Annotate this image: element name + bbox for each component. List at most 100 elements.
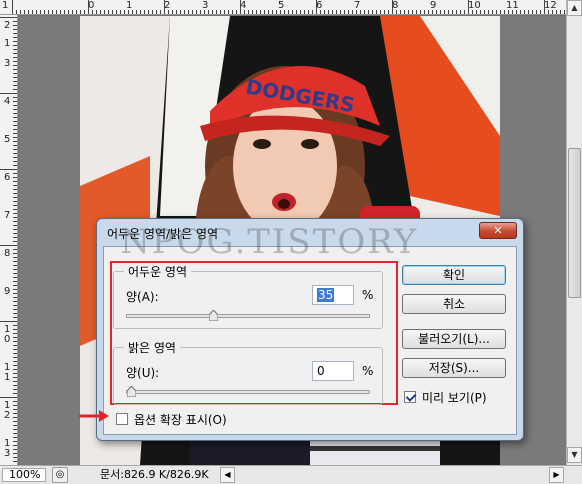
status-menu-icon[interactable]: ◎	[52, 467, 68, 483]
ruler-tick	[13, 173, 17, 174]
highlights-slider-thumb[interactable]	[127, 386, 136, 397]
ruler-tick	[13, 445, 17, 446]
ruler-tick	[0, 245, 17, 246]
ruler-tick	[13, 385, 17, 386]
ruler-tick	[13, 429, 17, 430]
shadows-group: 어두운 영역 양(A): 35 %	[113, 263, 383, 329]
ruler-tick	[13, 73, 17, 74]
scroll-thumb[interactable]	[568, 148, 581, 298]
ruler-label: 1	[2, 0, 9, 11]
ruler-tick	[344, 10, 345, 14]
ruler-tick	[13, 237, 17, 238]
ruler-tick	[264, 10, 265, 14]
ruler-tick	[476, 10, 477, 14]
ruler-tick	[172, 10, 173, 14]
ruler-tick	[208, 10, 209, 14]
ruler-tick	[448, 10, 449, 14]
ruler-tick	[13, 325, 17, 326]
show-more-options-label[interactable]: 옵션 확장 표시(O)	[134, 411, 227, 428]
ruler-tick	[36, 10, 37, 14]
zoom-level-field[interactable]: 100%	[2, 468, 46, 482]
ruler-tick	[328, 10, 329, 14]
ruler-tick	[516, 10, 517, 14]
save-button[interactable]: 저장(S)...	[402, 358, 506, 378]
dialog-body: 어두운 영역 양(A): 35 % 밝은 영역 양(U): 0 % 옵션 확장 …	[103, 246, 517, 435]
scroll-up-arrow-icon[interactable]: ▲	[567, 0, 582, 16]
highlights-amount-input[interactable]: 0	[312, 361, 354, 381]
ruler-tick	[13, 89, 17, 90]
ruler-tick	[0, 321, 17, 322]
ruler-tick	[13, 201, 17, 202]
ruler-tick	[408, 10, 409, 14]
ruler-tick	[88, 0, 89, 14]
shadows-slider-thumb[interactable]	[209, 310, 218, 321]
ruler-tick	[13, 101, 17, 102]
ruler-tick	[436, 10, 437, 14]
ruler-tick	[13, 373, 17, 374]
preview-label[interactable]: 미리 보기(P)	[422, 389, 487, 406]
ruler-tick	[464, 10, 465, 14]
ruler-tick	[13, 241, 17, 242]
ruler-tick	[13, 105, 17, 106]
scroll-down-arrow-icon[interactable]: ▼	[567, 447, 582, 463]
ruler-tick	[13, 289, 17, 290]
ruler-tick	[13, 117, 17, 118]
vertical-scrollbar[interactable]: ▲ ▼	[566, 0, 582, 465]
ruler-tick	[560, 10, 561, 14]
scroll-left-arrow-icon[interactable]: ◀	[220, 467, 235, 483]
ruler-tick	[504, 10, 505, 14]
ruler-tick	[332, 10, 333, 14]
ruler-tick	[13, 49, 17, 50]
ruler-tick	[13, 329, 17, 330]
ruler-tick	[152, 10, 153, 14]
ruler-tick	[13, 453, 17, 454]
ruler-tick	[424, 10, 425, 14]
ruler-tick	[13, 261, 17, 262]
ruler-tick	[132, 10, 133, 14]
ruler-tick	[13, 233, 17, 234]
ruler-tick	[288, 10, 289, 14]
ruler-tick	[492, 10, 493, 14]
ruler-tick	[13, 53, 17, 54]
ruler-tick	[228, 10, 229, 14]
ruler-tick	[13, 457, 17, 458]
ruler-tick	[160, 10, 161, 14]
ruler-tick	[13, 413, 17, 414]
ruler-tick	[284, 10, 285, 14]
shadows-amount-input[interactable]: 35	[312, 285, 354, 305]
ruler-tick	[320, 10, 321, 14]
ruler-tick	[13, 301, 17, 302]
ruler-tick	[13, 61, 17, 62]
ruler-tick	[124, 10, 125, 14]
ruler-tick	[392, 0, 393, 14]
ruler-tick	[116, 10, 117, 14]
ruler-tick	[256, 10, 257, 14]
ruler-tick	[13, 253, 17, 254]
ruler-tick	[548, 10, 549, 14]
preview-checkbox[interactable]	[404, 391, 416, 403]
ruler-tick	[64, 10, 65, 14]
ruler-tick	[268, 10, 269, 14]
ruler-tick	[564, 10, 565, 14]
shadows-amount-label: 양(A):	[126, 290, 159, 304]
show-more-options-checkbox[interactable]	[116, 413, 128, 425]
ok-button[interactable]: 확인	[402, 265, 506, 285]
load-button[interactable]: 불러오기(L)...	[402, 329, 506, 349]
ruler-tick	[216, 10, 217, 14]
scroll-right-arrow-icon[interactable]: ▶	[549, 467, 564, 483]
ruler-tick	[444, 10, 445, 14]
ruler-tick	[232, 10, 233, 14]
ruler-tick	[28, 10, 29, 14]
ruler-tick	[380, 10, 381, 14]
ruler-label: 1 1	[4, 362, 11, 383]
ruler-tick	[13, 125, 17, 126]
shadows-amount-slider[interactable]	[126, 310, 370, 321]
highlights-amount-slider[interactable]	[126, 386, 370, 397]
ruler-tick	[13, 433, 17, 434]
ruler-tick	[60, 10, 61, 14]
ruler-tick	[13, 221, 17, 222]
close-button[interactable]: ✕	[479, 222, 517, 239]
cancel-button[interactable]: 취소	[402, 294, 506, 314]
ruler-tick	[404, 10, 405, 14]
ruler-tick	[24, 10, 25, 14]
